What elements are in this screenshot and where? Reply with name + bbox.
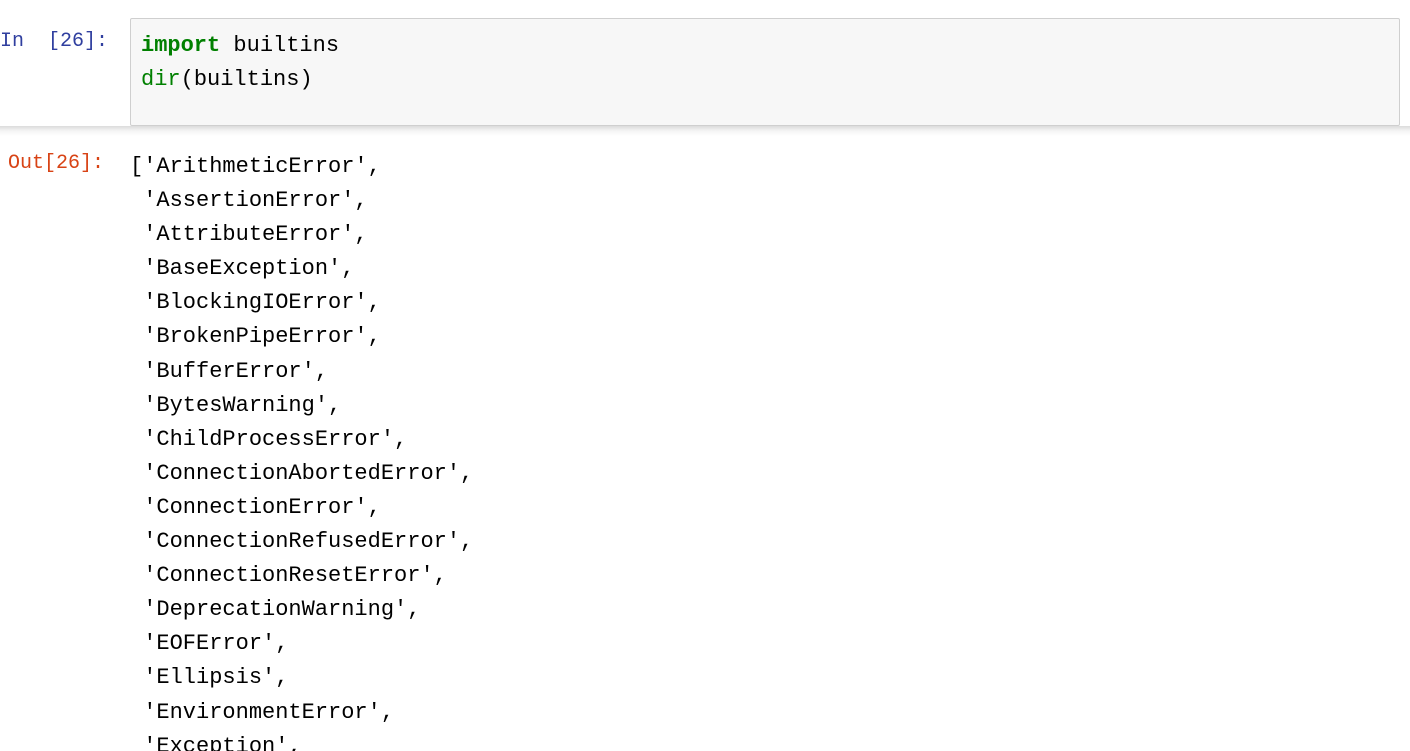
code-token: ( bbox=[181, 67, 194, 92]
code-token: builtins bbox=[220, 33, 339, 58]
jupyter-cell-view: In [26]: import builtins dir(builtins) O… bbox=[0, 0, 1410, 751]
code-token: dir bbox=[141, 67, 181, 92]
output-prompt: Out[26]: bbox=[0, 140, 130, 175]
output-text-area: ['ArithmeticError', 'AssertionError', 'A… bbox=[130, 140, 1410, 751]
code-token: ) bbox=[299, 67, 312, 92]
code-token: builtins bbox=[194, 67, 300, 92]
code-token: import bbox=[141, 33, 220, 58]
input-prompt: In [26]: bbox=[0, 18, 130, 53]
output-cell: Out[26]: ['ArithmeticError', 'AssertionE… bbox=[0, 140, 1410, 751]
code-input-area[interactable]: import builtins dir(builtins) bbox=[130, 18, 1400, 126]
input-cell[interactable]: In [26]: import builtins dir(builtins) bbox=[0, 0, 1410, 126]
cell-shadow-divider bbox=[0, 126, 1410, 136]
